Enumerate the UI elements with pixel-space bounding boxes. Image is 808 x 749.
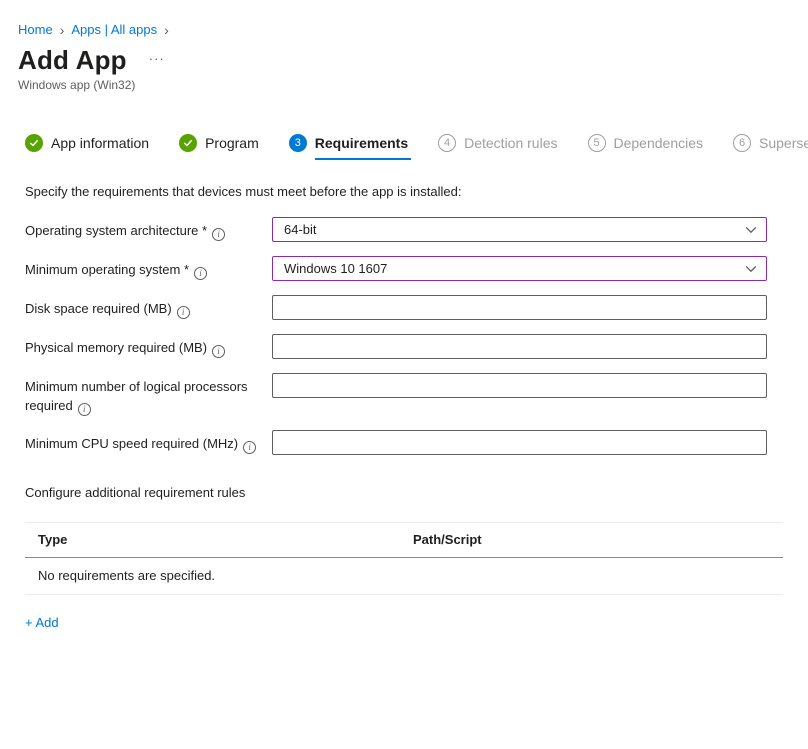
field-minimum-os: Minimum operating system * i Windows 10 1… [25, 256, 783, 281]
field-label-text: Disk space required (MB) [25, 301, 172, 316]
step-label: Detection rules [464, 135, 557, 151]
field-cpu-speed: Minimum CPU speed required (MHz) i [25, 430, 783, 455]
step-number-badge: 4 [438, 134, 456, 152]
info-icon[interactable]: i [194, 267, 207, 280]
info-icon[interactable]: i [212, 345, 225, 358]
os-architecture-select[interactable]: 64-bit [272, 217, 767, 242]
column-header-type: Type [38, 532, 413, 547]
step-label: App information [51, 135, 149, 151]
chevron-down-icon [745, 226, 757, 234]
info-icon[interactable]: i [212, 228, 225, 241]
disk-space-input[interactable] [272, 295, 767, 320]
step-requirements[interactable]: 3 Requirements [289, 134, 408, 160]
field-label: Minimum number of logical processors req… [25, 373, 272, 416]
cpu-speed-input[interactable] [272, 430, 767, 455]
requirements-table: Type Path/Script No requirements are spe… [25, 522, 783, 595]
step-label: Program [205, 135, 259, 151]
info-icon[interactable]: i [177, 306, 190, 319]
add-requirement-link[interactable]: + Add [25, 615, 59, 630]
breadcrumb-home-link[interactable]: Home [18, 22, 53, 37]
field-label-text: Minimum operating system * [25, 262, 189, 277]
field-label-text: Minimum number of logical processors req… [25, 379, 248, 413]
step-label: Supersedence [759, 135, 808, 151]
step-label: Dependencies [614, 135, 704, 151]
instruction-text: Specify the requirements that devices mu… [0, 160, 808, 199]
field-label-text: Physical memory required (MB) [25, 340, 207, 355]
breadcrumb-separator-icon: › [164, 22, 169, 37]
minimum-os-select[interactable]: Windows 10 1607 [272, 256, 767, 281]
field-label: Physical memory required (MB) i [25, 334, 272, 358]
additional-rules-title: Configure additional requirement rules [0, 455, 808, 500]
logical-processors-input[interactable] [272, 373, 767, 398]
select-value: Windows 10 1607 [284, 261, 387, 276]
page-subtitle: Windows app (Win32) [0, 76, 808, 92]
step-complete-check-icon [179, 134, 197, 152]
info-icon[interactable]: i [78, 403, 91, 416]
field-physical-memory: Physical memory required (MB) i [25, 334, 783, 359]
field-logical-processors: Minimum number of logical processors req… [25, 373, 783, 416]
field-label-text: Operating system architecture * [25, 223, 207, 238]
column-header-path-script: Path/Script [413, 532, 783, 547]
wizard-steps: App information Program 3 Requirements 4… [0, 92, 808, 160]
step-app-information[interactable]: App information [25, 134, 149, 160]
field-label: Minimum CPU speed required (MHz) i [25, 430, 272, 454]
field-os-architecture: Operating system architecture * i 64-bit [25, 217, 783, 242]
step-program[interactable]: Program [179, 134, 259, 160]
field-label: Minimum operating system * i [25, 256, 272, 280]
physical-memory-input[interactable] [272, 334, 767, 359]
requirements-form: Operating system architecture *i 64-bit … [0, 199, 808, 455]
field-label-text: Minimum CPU speed required (MHz) [25, 436, 238, 451]
step-number-badge: 3 [289, 134, 307, 152]
page-header: Add App ··· [0, 37, 808, 76]
info-icon[interactable]: i [243, 441, 256, 454]
more-options-button[interactable]: ··· [149, 51, 165, 66]
breadcrumb-separator-icon: › [60, 22, 65, 37]
step-supersedence[interactable]: 6 Supersedence [733, 134, 808, 160]
step-label: Requirements [315, 135, 408, 151]
step-number-badge: 6 [733, 134, 751, 152]
field-label: Disk space required (MB) i [25, 295, 272, 319]
breadcrumb-all-apps-link[interactable]: Apps | All apps [71, 22, 157, 37]
add-app-requirements-page: Home › Apps | All apps › Add App ··· Win… [0, 0, 808, 749]
page-title: Add App [18, 45, 127, 76]
table-empty-message: No requirements are specified. [25, 558, 783, 595]
step-number-badge: 5 [588, 134, 606, 152]
field-label: Operating system architecture * i [25, 217, 272, 241]
chevron-down-icon [745, 265, 757, 273]
step-complete-check-icon [25, 134, 43, 152]
select-value: 64-bit [284, 222, 317, 237]
breadcrumb: Home › Apps | All apps › [0, 0, 808, 37]
table-header-row: Type Path/Script [25, 523, 783, 558]
step-dependencies[interactable]: 5 Dependencies [588, 134, 704, 160]
field-disk-space: Disk space required (MB) i [25, 295, 783, 320]
step-detection-rules[interactable]: 4 Detection rules [438, 134, 557, 160]
